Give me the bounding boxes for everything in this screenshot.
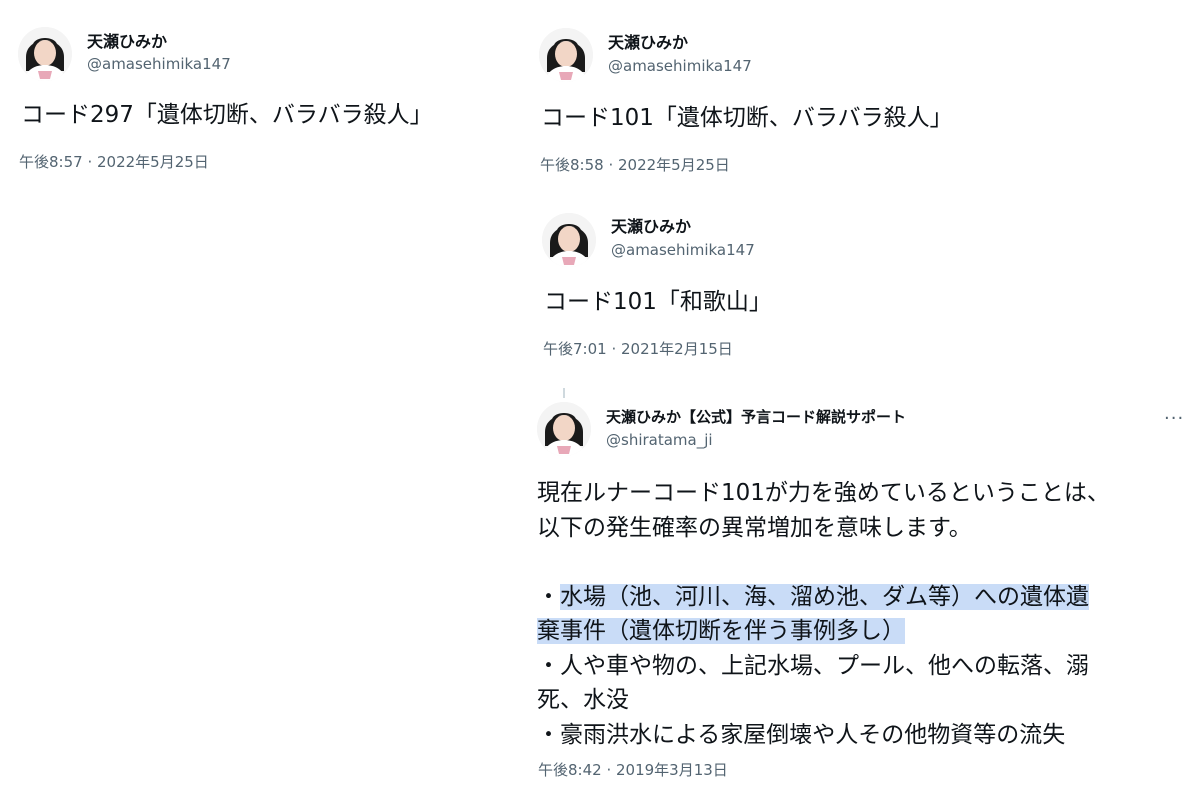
tweet-text: コード297「遺体切断、バラバラ殺人」 bbox=[21, 102, 433, 128]
display-name[interactable]: 天瀬ひみか bbox=[611, 217, 691, 237]
thread-connector bbox=[563, 388, 565, 398]
avatar[interactable] bbox=[542, 213, 596, 267]
display-name[interactable]: 天瀬ひみか bbox=[608, 33, 688, 53]
avatar[interactable] bbox=[18, 27, 72, 81]
user-handle[interactable]: @shiratama_ji bbox=[606, 430, 713, 450]
tweet-text: 現在ルナーコード101が力を強めているということは、 以下の発生確率の異常増加を… bbox=[537, 476, 1177, 752]
user-handle[interactable]: @amasehimika147 bbox=[87, 54, 231, 74]
tweet-timestamp[interactable]: 午後8:57 · 2022年5月25日 bbox=[19, 152, 209, 172]
tweet-line: 棄事件（遺体切断を伴う事例多し） bbox=[537, 614, 1177, 649]
bullet: ・ bbox=[537, 583, 560, 610]
tweet-timestamp[interactable]: 午後8:58 · 2022年5月25日 bbox=[540, 155, 730, 175]
tweet-line: 現在ルナーコード101が力を強めているということは、 bbox=[537, 480, 1110, 506]
avatar[interactable] bbox=[537, 402, 591, 456]
more-options-icon[interactable]: ··· bbox=[1164, 410, 1184, 428]
tweet-line: 死、水没 bbox=[537, 687, 629, 713]
tweet-text: コード101「遺体切断、バラバラ殺人」 bbox=[541, 105, 953, 131]
user-handle[interactable]: @amasehimika147 bbox=[611, 240, 755, 260]
tweet-line: ・人や車や物の、上記水場、プール、他への転落、溺 bbox=[537, 652, 1089, 679]
tweet-line: ・水場（池、河川、海、溜め池、ダム等）への遺体遺 bbox=[537, 580, 1177, 615]
display-name[interactable]: 天瀬ひみか【公式】予言コード解説サポート bbox=[606, 407, 906, 427]
tweet-line: 以下の発生確率の異常増加を意味します。 bbox=[537, 514, 972, 541]
avatar[interactable] bbox=[539, 28, 593, 82]
tweet-timestamp[interactable]: 午後7:01 · 2021年2月15日 bbox=[543, 339, 733, 359]
highlighted-text: 棄事件（遺体切断を伴う事例多し） bbox=[537, 618, 905, 644]
highlighted-text: 水場（池、河川、海、溜め池、ダム等）への遺体遺 bbox=[560, 583, 1089, 610]
display-name[interactable]: 天瀬ひみか bbox=[87, 32, 167, 52]
user-handle[interactable]: @amasehimika147 bbox=[608, 56, 752, 76]
tweet-line: ・豪雨洪水による家屋倒壊や人その他物資等の流失 bbox=[537, 721, 1066, 748]
tweet-timestamp[interactable]: 午後8:42 · 2019年3月13日 bbox=[538, 760, 728, 780]
tweet-text: コード101「和歌山」 bbox=[544, 289, 772, 315]
